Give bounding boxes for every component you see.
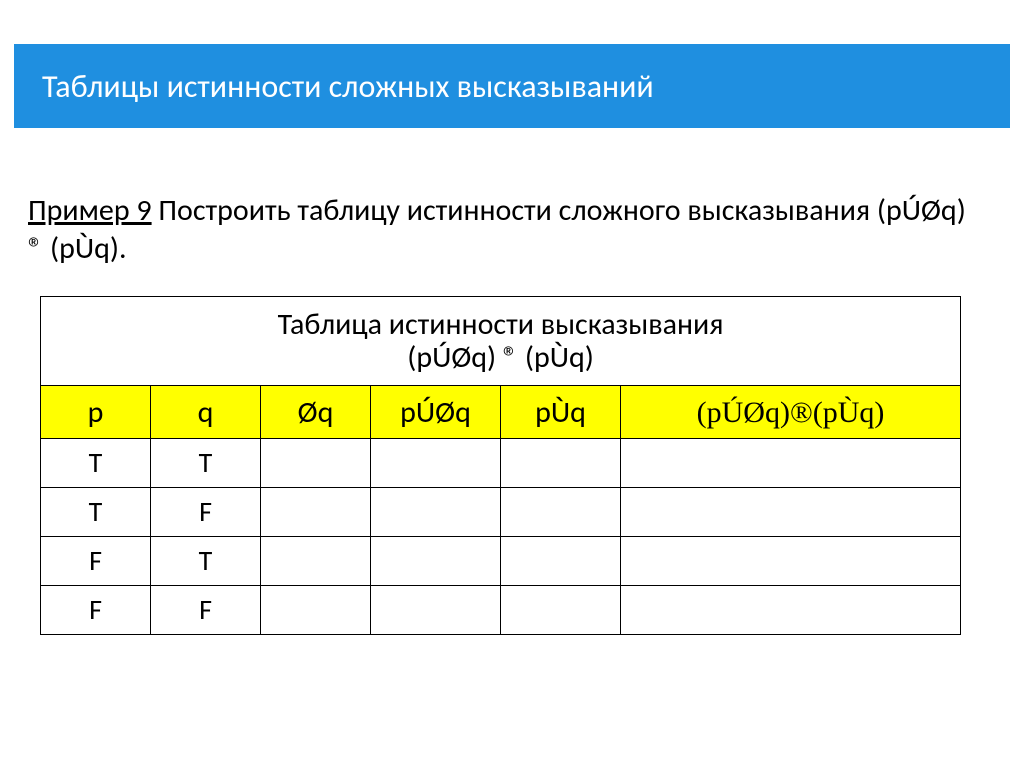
cell-final bbox=[621, 488, 961, 537]
slide: Таблицы истинности сложных высказываний … bbox=[0, 0, 1024, 768]
cell-q: T bbox=[151, 537, 261, 586]
cell-not-q bbox=[261, 537, 371, 586]
cell-not-q bbox=[261, 586, 371, 635]
col-header-q: q bbox=[151, 386, 261, 439]
table-caption-line2: (pÚØq) ® (pÙq) bbox=[47, 341, 954, 374]
table-header-row: p q Øq pÚØq pÙq (pÚØq)®(pÙq) bbox=[41, 386, 961, 439]
truth-table: Таблица истинности высказывания (pÚØq) ®… bbox=[40, 296, 961, 635]
cell-final bbox=[621, 439, 961, 488]
example-body: Построить таблицу истинности сложного вы… bbox=[152, 192, 877, 229]
col-header-not-q: Øq bbox=[261, 386, 371, 439]
cell-p: F bbox=[41, 586, 151, 635]
cell-final bbox=[621, 537, 961, 586]
cell-q: F bbox=[151, 488, 261, 537]
cell-p: T bbox=[41, 488, 151, 537]
col-header-p-and-q: pÙq bbox=[501, 386, 621, 439]
title-bar: Таблицы истинности сложных высказываний bbox=[14, 44, 1010, 128]
col-header-p-or-notq: pÚØq bbox=[371, 386, 501, 439]
cell-p-and-q bbox=[501, 586, 621, 635]
table-row: T F bbox=[41, 488, 961, 537]
truth-table-container: Таблица истинности высказывания (pÚØq) ®… bbox=[40, 296, 960, 635]
table-caption-row: Таблица истинности высказывания (pÚØq) ®… bbox=[41, 297, 961, 386]
col-header-p: p bbox=[41, 386, 151, 439]
cell-p-and-q bbox=[501, 439, 621, 488]
table-row: T T bbox=[41, 439, 961, 488]
cell-p-or-notq bbox=[371, 439, 501, 488]
cell-p-or-notq bbox=[371, 537, 501, 586]
table-row: F F bbox=[41, 586, 961, 635]
cell-p-or-notq bbox=[371, 488, 501, 537]
cell-q: F bbox=[151, 586, 261, 635]
cell-q: T bbox=[151, 439, 261, 488]
table-row: F T bbox=[41, 537, 961, 586]
table-caption: Таблица истинности высказывания (pÚØq) ®… bbox=[41, 297, 961, 386]
example-label: Пример 9 bbox=[28, 192, 152, 229]
cell-not-q bbox=[261, 488, 371, 537]
table-caption-line1: Таблица истинности высказывания bbox=[47, 308, 954, 341]
cell-p-or-notq bbox=[371, 586, 501, 635]
cell-p-and-q bbox=[501, 537, 621, 586]
cell-p: F bbox=[41, 537, 151, 586]
example-text: Пример 9 Построить таблицу истинности сл… bbox=[28, 192, 978, 267]
col-header-final: (pÚØq)®(pÙq) bbox=[621, 386, 961, 439]
slide-title: Таблицы истинности сложных высказываний bbox=[42, 67, 654, 106]
cell-not-q bbox=[261, 439, 371, 488]
cell-p-and-q bbox=[501, 488, 621, 537]
cell-p: T bbox=[41, 439, 151, 488]
cell-final bbox=[621, 586, 961, 635]
